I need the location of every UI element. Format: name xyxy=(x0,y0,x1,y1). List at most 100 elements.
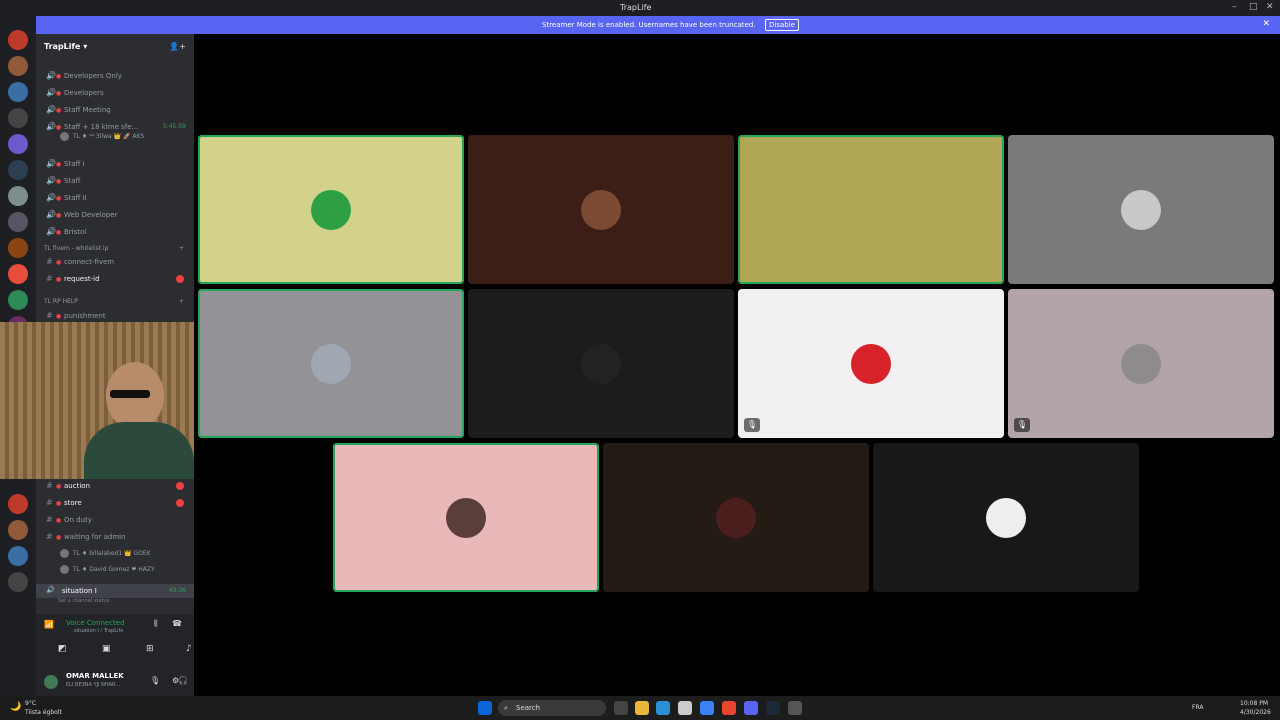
voice-status: Voice Connected xyxy=(66,619,125,627)
server-icon[interactable] xyxy=(8,290,28,310)
speaker-icon: 🔊 xyxy=(46,71,56,80)
muted-icon: 🎙 xyxy=(744,418,760,432)
disable-button[interactable]: Disable xyxy=(765,19,799,31)
server-icon[interactable] xyxy=(8,494,28,514)
hash-icon: # xyxy=(46,515,53,524)
voice-channel[interactable]: 🔊● Staff I xyxy=(46,157,192,171)
file-explorer-icon[interactable] xyxy=(635,701,649,715)
status-dot-icon: ● xyxy=(56,276,62,283)
participant-tile[interactable] xyxy=(603,443,869,592)
server-icon[interactable] xyxy=(8,264,28,284)
text-channel[interactable]: # ● request-id xyxy=(46,272,192,286)
avatar xyxy=(311,344,351,384)
taskbar-search[interactable]: ⌕ Search xyxy=(498,700,606,716)
server-icon[interactable] xyxy=(8,30,28,50)
avatar[interactable] xyxy=(44,675,58,689)
voice-stage: 🎙 🎙 xyxy=(194,34,1280,696)
voice-channel[interactable]: 🔊● Staff Meeting xyxy=(46,103,192,117)
streamer-mode-banner: Streamer Mode is enabled. Usernames have… xyxy=(36,16,1280,34)
minimize-icon[interactable]: – xyxy=(1232,2,1237,12)
participant-tile[interactable] xyxy=(198,289,464,438)
weather-icon: 🌙 xyxy=(10,702,22,712)
noise-suppression-icon[interactable]: ⫼ xyxy=(154,619,158,629)
server-icon[interactable] xyxy=(8,212,28,232)
channel-category[interactable]: TL RP HELP + xyxy=(44,296,184,308)
clock-date[interactable]: 4/30/2026 xyxy=(1240,709,1271,716)
participant-tile[interactable] xyxy=(873,443,1139,592)
participant-tile[interactable] xyxy=(198,135,464,284)
voice-channel[interactable]: 🔊● Bristol xyxy=(46,225,192,239)
voice-channel[interactable]: 🔊● Developers Only xyxy=(46,69,192,83)
participant-tile[interactable] xyxy=(468,135,734,284)
participant-tile[interactable]: 🎙 xyxy=(1008,289,1274,438)
add-user-icon[interactable]: 👤+ xyxy=(169,42,186,51)
participant-tile[interactable] xyxy=(1008,135,1274,284)
participant-tile[interactable] xyxy=(333,443,599,592)
disconnect-icon[interactable]: ☎ xyxy=(172,619,182,628)
screen-share-icon[interactable]: ▣ xyxy=(102,644,111,654)
avatar xyxy=(1121,190,1161,230)
channel-category[interactable]: TL fivem - whitelist ip + xyxy=(44,243,184,255)
voice-channel[interactable]: 🔊● Staff xyxy=(46,174,192,188)
start-icon[interactable] xyxy=(478,701,492,715)
status-dot-icon: ● xyxy=(56,534,62,541)
store-icon[interactable] xyxy=(678,701,692,715)
text-channel[interactable]: # ● On duty xyxy=(46,513,192,527)
close-icon[interactable]: ✕ xyxy=(1266,2,1274,12)
headphones-icon[interactable]: 🎧 xyxy=(178,676,188,685)
banner-close-icon[interactable]: ✕ xyxy=(1262,19,1270,29)
server-icon[interactable] xyxy=(8,82,28,102)
voice-member[interactable]: TL ♦ David Gomez ❤ HAZY xyxy=(60,563,155,577)
voice-channel[interactable]: 🔊● Staff II xyxy=(46,191,192,205)
add-channel-icon[interactable]: + xyxy=(179,243,184,255)
avatar xyxy=(1121,344,1161,384)
add-channel-icon[interactable]: + xyxy=(179,296,184,308)
current-voice-channel[interactable]: 🔊 situation I 43:36 xyxy=(36,584,194,598)
voice-member[interactable]: TL ♦ billalabed1 👑 GOEK xyxy=(60,547,151,561)
unread-badge xyxy=(176,499,184,507)
settings-icon[interactable]: ⚙ xyxy=(172,676,179,685)
server-icon[interactable] xyxy=(8,186,28,206)
participant-tile[interactable] xyxy=(738,135,1004,284)
chrome-icon[interactable] xyxy=(722,701,736,715)
speaker-icon: 🔊 xyxy=(46,105,56,114)
task-view-icon[interactable] xyxy=(614,701,628,715)
app-icon[interactable] xyxy=(700,701,714,715)
server-name[interactable]: TrapLife ▾ xyxy=(44,42,87,51)
voice-location[interactable]: situation I / TrapLife xyxy=(74,628,123,634)
edge-icon[interactable] xyxy=(656,701,670,715)
participant-tile[interactable]: 🎙 xyxy=(738,289,1004,438)
avatar xyxy=(716,498,756,538)
participant-tile[interactable] xyxy=(468,289,734,438)
username[interactable]: OMAR MALLEK xyxy=(66,672,124,680)
voice-channel[interactable]: 🔊● Web Developer xyxy=(46,208,192,222)
text-channel[interactable]: # ● store xyxy=(46,496,192,510)
microphone-icon[interactable]: 🎙 xyxy=(150,676,160,685)
server-icon[interactable] xyxy=(8,238,28,258)
server-icon[interactable] xyxy=(8,134,28,154)
camera-icon[interactable]: ◩ xyxy=(58,644,67,654)
server-icon[interactable] xyxy=(8,160,28,180)
server-icon[interactable] xyxy=(8,572,28,592)
server-icon[interactable] xyxy=(8,56,28,76)
server-icon[interactable] xyxy=(8,520,28,540)
steam-icon[interactable] xyxy=(766,701,780,715)
obs-icon[interactable] xyxy=(788,701,802,715)
discord-icon[interactable] xyxy=(744,701,758,715)
text-channel[interactable]: # ● waiting for admin xyxy=(46,530,192,544)
member-name: TL ♦ David Gomez ❤ HAZY xyxy=(73,566,155,573)
text-channel[interactable]: # ● punishment xyxy=(46,309,192,323)
text-channel[interactable]: # ● auction xyxy=(46,479,192,493)
soundboard-icon[interactable]: ♪ xyxy=(186,644,192,654)
channel-status-hint[interactable]: Set a channel status xyxy=(58,598,109,604)
server-icon[interactable] xyxy=(8,546,28,566)
server-icon[interactable] xyxy=(8,108,28,128)
maximize-icon[interactable]: □ xyxy=(1249,2,1258,12)
language-indicator[interactable]: FRA xyxy=(1192,704,1203,711)
banner-message: Streamer Mode is enabled. Usernames have… xyxy=(542,21,756,29)
voice-member[interactable]: TL ♦ ᵍᵘ 3llwa 👑 🚀 AKS xyxy=(60,130,144,144)
activities-icon[interactable]: ⊞ xyxy=(146,644,154,654)
clock-time[interactable]: 10:08 PM xyxy=(1240,700,1268,707)
text-channel[interactable]: # ● connect-fivem xyxy=(46,255,192,269)
voice-channel[interactable]: 🔊● Developers xyxy=(46,86,192,100)
